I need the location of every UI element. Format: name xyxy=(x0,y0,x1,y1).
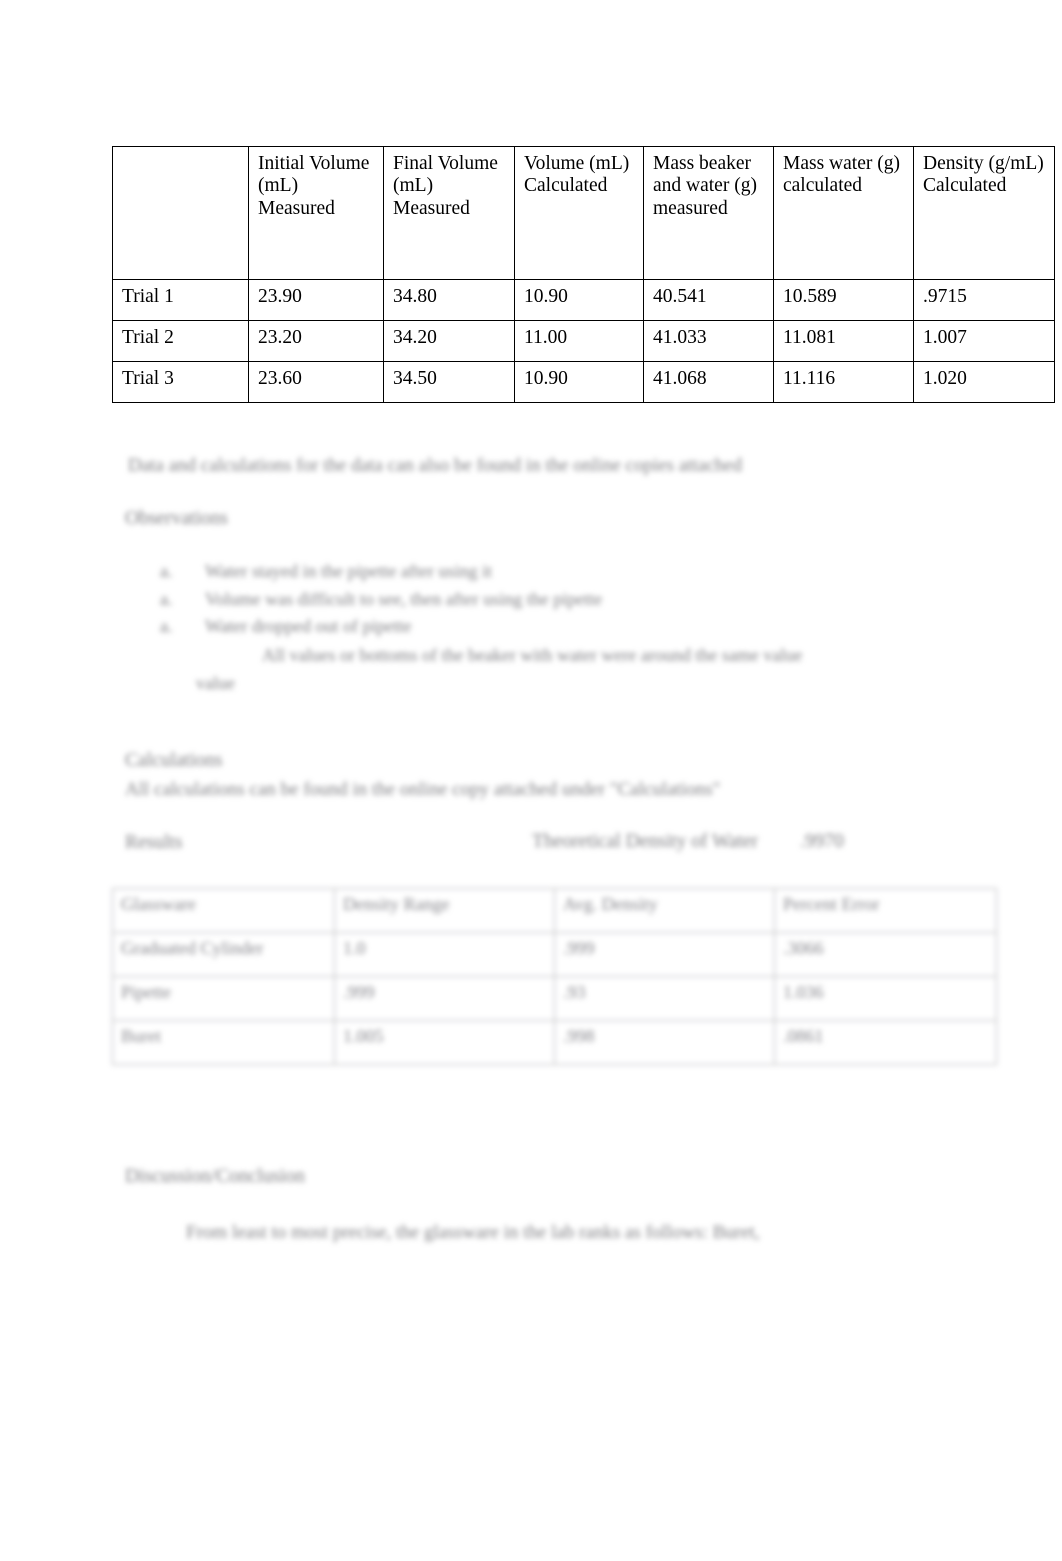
discussion-heading: Discussion/Conclusion xyxy=(125,1166,305,1187)
cell-density: .9715 xyxy=(913,279,1055,321)
cell-initial-volume: 23.90 xyxy=(248,279,384,321)
table-row: Trial 2 23.20 34.20 11.00 41.033 11.081 … xyxy=(112,320,1055,362)
results-cell-percent-error: .0861 xyxy=(774,1020,997,1065)
observation-bullet: a. xyxy=(160,561,173,581)
calculations-text: All calculations can be found in the onl… xyxy=(125,779,721,800)
cell-mass-beaker-water: 41.033 xyxy=(643,320,774,362)
results-header-row: Glassware Density Range Avg. Density Per… xyxy=(112,888,997,933)
cell-mass-beaker-water: 40.541 xyxy=(643,279,774,321)
cell-volume-calculated: 10.90 xyxy=(514,279,644,321)
results-cell-density-range: 1.0 xyxy=(334,932,555,977)
cell-final-volume: 34.80 xyxy=(383,279,515,321)
calculations-heading: Calculations xyxy=(125,750,223,771)
cell-mass-water: 10.589 xyxy=(773,279,914,321)
results-cell-avg-density: .93 xyxy=(554,976,775,1021)
table-header-cell-initial-volume: Initial Volume (mL) Measured xyxy=(248,146,384,280)
cell-mass-beaker-water: 41.068 xyxy=(643,361,774,403)
results-cell-avg-density: .998 xyxy=(554,1020,775,1065)
cell-trial-label: Trial 1 xyxy=(112,279,249,321)
table-header-cell-mass-beaker-water: Mass beaker and water (g) measured xyxy=(643,146,774,280)
cell-volume-calculated: 11.00 xyxy=(514,320,644,362)
cell-density: 1.007 xyxy=(913,320,1055,362)
cell-mass-water: 11.081 xyxy=(773,320,914,362)
results-cell-glassware: Graduated Cylinder xyxy=(112,932,335,977)
results-header-percent-error: Percent Error xyxy=(774,888,997,933)
observation-subitem: All values or bottoms of the beaker with… xyxy=(262,645,803,665)
results-cell-avg-density: .999 xyxy=(554,932,775,977)
results-heading: Results xyxy=(125,832,183,853)
results-cell-glassware: Buret xyxy=(112,1020,335,1065)
results-cell-density-range: .999 xyxy=(334,976,555,1021)
table-row: Trial 1 23.90 34.80 10.90 40.541 10.589 … xyxy=(112,279,1055,321)
results-header-avg-density: Avg. Density xyxy=(554,888,775,933)
cell-initial-volume: 23.60 xyxy=(248,361,384,403)
cell-volume-calculated: 10.90 xyxy=(514,361,644,403)
observation-item: Volume was difficult to see, then after … xyxy=(205,589,603,609)
table-row: Trial 3 23.60 34.50 10.90 41.068 11.116 … xyxy=(112,361,1055,403)
theoretical-density-value: .9970 xyxy=(800,831,844,852)
document-page: Initial Volume (mL) Measured Final Volum… xyxy=(0,0,1062,1561)
results-table: Glassware Density Range Avg. Density Per… xyxy=(112,888,997,1065)
cell-final-volume: 34.50 xyxy=(383,361,515,403)
observation-subitem-wrap: value xyxy=(196,673,235,693)
observation-bullet: a. xyxy=(160,616,173,636)
theoretical-density-label: Theoretical Density of Water xyxy=(532,831,759,852)
results-cell-glassware: Pipette xyxy=(112,976,335,1021)
cell-mass-water: 11.116 xyxy=(773,361,914,403)
data-note-text: Data and calculations for the data can a… xyxy=(128,455,743,476)
table-header-cell-mass-water: Mass water (g) calculated xyxy=(773,146,914,280)
cell-trial-label: Trial 2 xyxy=(112,320,249,362)
table-header-cell-final-volume: Final Volume (mL) Measured xyxy=(383,146,515,280)
results-table-row: Graduated Cylinder 1.0 .999 .3066 xyxy=(112,932,997,977)
observation-bullet: a. xyxy=(160,589,173,609)
results-table-row: Buret 1.005 .998 .0861 xyxy=(112,1020,997,1065)
results-header-glassware: Glassware xyxy=(112,888,335,933)
discussion-text: From least to most precise, the glasswar… xyxy=(186,1222,760,1243)
results-cell-density-range: 1.005 xyxy=(334,1020,555,1065)
cell-final-volume: 34.20 xyxy=(383,320,515,362)
observation-item: Water stayed in the pipette after using … xyxy=(205,561,492,581)
observations-heading: Observations xyxy=(125,508,228,529)
cell-initial-volume: 23.20 xyxy=(248,320,384,362)
table-header-row: Initial Volume (mL) Measured Final Volum… xyxy=(112,146,1055,280)
cell-density: 1.020 xyxy=(913,361,1055,403)
measurement-data-table: Initial Volume (mL) Measured Final Volum… xyxy=(112,146,1055,403)
results-cell-percent-error: 1.036 xyxy=(774,976,997,1021)
table-header-cell-volume-calculated: Volume (mL) Calculated xyxy=(514,146,644,280)
results-cell-percent-error: .3066 xyxy=(774,932,997,977)
table-header-cell-blank xyxy=(112,146,249,280)
table-header-cell-density: Density (g/mL) Calculated xyxy=(913,146,1055,280)
results-table-row: Pipette .999 .93 1.036 xyxy=(112,976,997,1021)
cell-trial-label: Trial 3 xyxy=(112,361,249,403)
observation-item: Water dropped out of pipette xyxy=(205,616,412,636)
results-header-density-range: Density Range xyxy=(334,888,555,933)
